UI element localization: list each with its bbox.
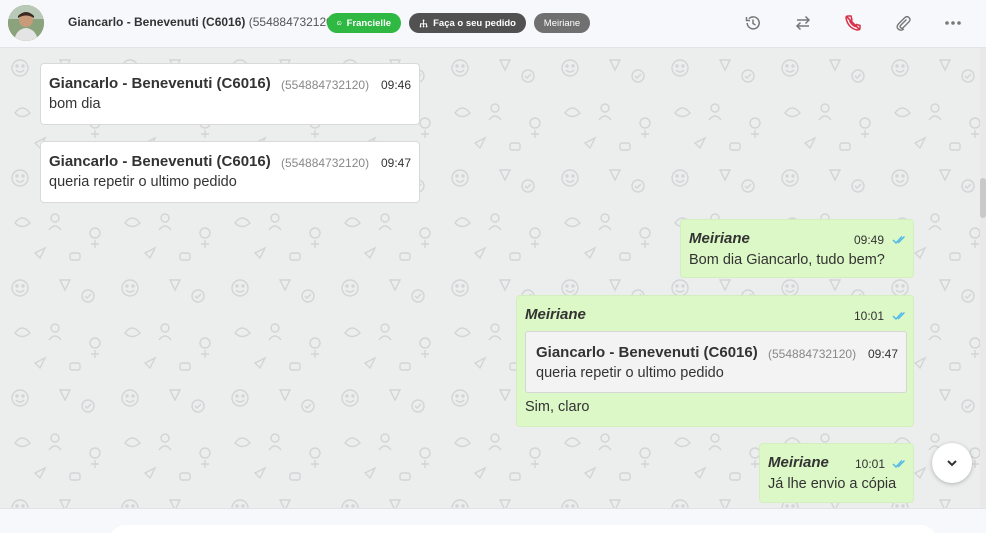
message-sender: Giancarlo - Benevenuti (C6016): [49, 153, 271, 170]
message-incoming[interactable]: Giancarlo - Benevenuti (C6016) (55488473…: [40, 63, 420, 125]
transfer-icon: [795, 15, 811, 31]
chat-scrollbar[interactable]: [980, 48, 986, 508]
message-time: 09:49: [854, 233, 885, 247]
message-text: bom dia: [49, 96, 101, 112]
message-sender-phone: (554884732120): [281, 78, 370, 92]
whatsapp-channel-tag[interactable]: Francielle: [327, 13, 401, 33]
message-time: 10:01: [854, 309, 885, 323]
whatsapp-icon: [337, 20, 342, 26]
history-icon: [745, 16, 760, 30]
message-time: 10:01: [855, 457, 886, 471]
assigned-agent-label: Meiriane: [543, 17, 581, 29]
message-time: 09:47: [381, 156, 412, 170]
message-outgoing[interactable]: Meiriane 10:01 Já lhe envio a cópia: [759, 443, 914, 503]
message-outgoing-reply[interactable]: Meiriane 10:01 Giancarlo - Benevenuti (C…: [516, 295, 914, 427]
quoted-time: 09:47: [868, 347, 899, 361]
contact-avatar[interactable]: [8, 5, 44, 41]
message-outgoing[interactable]: Meiriane 09:49 Bom dia Giancarlo, tudo b…: [680, 219, 914, 278]
more-icon: [945, 21, 961, 25]
whatsapp-channel-label: Francielle: [346, 17, 391, 29]
order-flow-tag[interactable]: Faça o seu pedido: [409, 13, 526, 33]
end-call-button[interactable]: [841, 11, 865, 35]
more-options-button[interactable]: [941, 11, 965, 35]
message-text: queria repetir o ultimo pedido: [49, 174, 237, 190]
message-text: Já lhe envio a cópia: [768, 476, 897, 492]
message-composer: [0, 508, 986, 533]
message-sender: Meiriane: [689, 230, 750, 247]
message-input[interactable]: [110, 525, 936, 533]
assigned-agent-tag[interactable]: Meiriane: [534, 13, 590, 33]
chat-header: Giancarlo - Benevenuti (C6016) (55488473…: [0, 0, 986, 48]
chat-scrollbar-thumb[interactable]: [980, 178, 986, 218]
message-sender-phone: (554884732120): [281, 156, 370, 170]
contact-phone: (554884732120): [248, 15, 337, 29]
message-time: 09:46: [381, 78, 412, 92]
contact-name: Giancarlo - Benevenuti (C6016): [68, 15, 246, 29]
quoted-sender-phone: (554884732120): [768, 347, 857, 361]
read-ticks-icon: [892, 236, 905, 245]
message-text: Bom dia Giancarlo, tudo bem?: [689, 252, 885, 268]
quoted-text: queria repetir o ultimo pedido: [536, 365, 724, 381]
contact-title[interactable]: Giancarlo - Benevenuti (C6016) (55488473…: [68, 15, 337, 29]
message-sender: Giancarlo - Benevenuti (C6016): [49, 75, 271, 92]
order-flow-label: Faça o seu pedido: [433, 17, 516, 29]
scroll-to-bottom-button[interactable]: [932, 443, 972, 483]
attach-icon: [896, 15, 911, 31]
message-text: Sim, claro: [525, 399, 590, 415]
quoted-message[interactable]: Giancarlo - Benevenuti (C6016) (55488473…: [525, 331, 907, 393]
end-call-icon: [845, 15, 861, 31]
read-ticks-icon: [892, 312, 905, 321]
history-button[interactable]: [741, 11, 765, 35]
attach-button[interactable]: [891, 11, 915, 35]
message-sender: Meiriane: [768, 454, 829, 471]
flow-icon: [419, 19, 428, 27]
transfer-button[interactable]: [791, 11, 815, 35]
quoted-sender: Giancarlo - Benevenuti (C6016): [536, 344, 758, 361]
message-incoming[interactable]: Giancarlo - Benevenuti (C6016) (55488473…: [40, 141, 420, 203]
chevron-down-icon: [947, 460, 957, 467]
message-sender: Meiriane: [525, 306, 586, 323]
chat-history[interactable]: Giancarlo - Benevenuti (C6016) (55488473…: [0, 48, 986, 508]
read-ticks-icon: [892, 460, 905, 469]
